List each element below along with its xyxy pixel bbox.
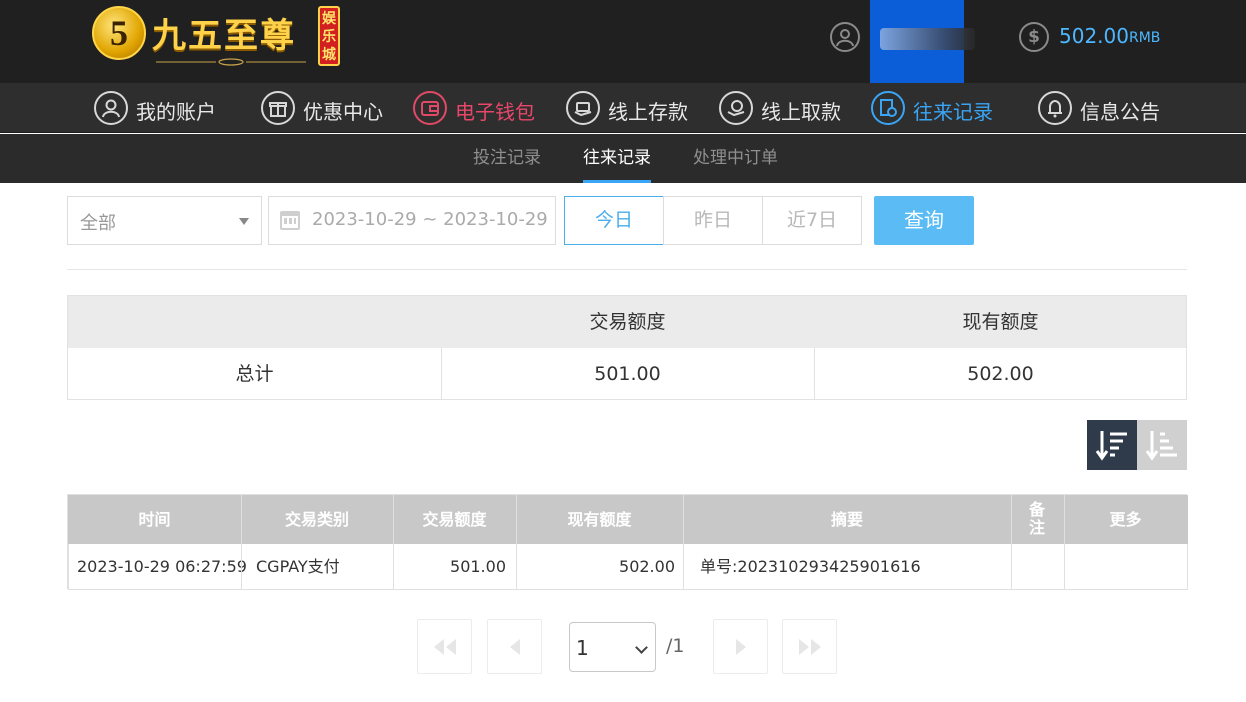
wallet-icon — [413, 91, 447, 125]
divider — [814, 348, 815, 400]
nav-label: 优惠中心 — [303, 100, 383, 124]
col-summary: 摘要 — [830, 510, 863, 529]
col-type: 交易类别 — [284, 510, 349, 529]
date-range-input[interactable]: 2023-10-29 ~ 2023-10-29 — [268, 196, 556, 245]
sub-nav: 投注记录 往来记录 处理中订单 — [0, 134, 1246, 183]
type-select[interactable]: 全部 — [67, 196, 262, 245]
tab-transaction-records[interactable]: 往来记录 — [583, 134, 651, 183]
nav-label: 我的账户 — [136, 100, 216, 124]
nav-label: 电子钱包 — [455, 100, 535, 124]
cell-type: CGPAY支付 — [256, 557, 340, 576]
col-time: 时间 — [138, 510, 171, 529]
summary-balance-value: 502.00 — [967, 363, 1034, 385]
calendar-icon — [280, 211, 300, 230]
divider — [441, 348, 442, 400]
sort-desc-button[interactable] — [1087, 420, 1137, 470]
tab-bet-records[interactable]: 投注记录 — [473, 134, 541, 183]
summary-header-transaction: 交易额度 — [589, 311, 666, 333]
double-chevron-right-icon — [799, 639, 821, 655]
page-select-value: 1 — [576, 636, 589, 660]
cell-more[interactable] — [1065, 544, 1188, 589]
bell-icon — [1038, 91, 1072, 125]
logo-ornament — [156, 58, 306, 66]
sort-asc-icon — [1145, 431, 1177, 461]
chevron-right-icon — [736, 639, 746, 655]
summary-total-label: 总计 — [235, 363, 274, 385]
redaction-blur — [880, 28, 975, 50]
cell-note — [1012, 544, 1065, 589]
prev-page-button[interactable] — [487, 619, 542, 674]
records-header: 时间 交易类别 交易额度 现有额度 摘要 备注 更多 — [68, 495, 1188, 544]
double-chevron-left-icon — [434, 639, 456, 655]
main-nav: 我的账户 优惠中心 电子钱包 线上存款 线上取款 往来记录 信息公告 — [0, 83, 1246, 133]
divider — [683, 495, 684, 590]
divider — [393, 495, 394, 590]
query-button[interactable]: 查询 — [874, 196, 974, 245]
deposit-icon — [566, 91, 600, 125]
records-icon — [871, 91, 905, 125]
cell-time: 2023-10-29 06:27:59 — [77, 557, 247, 576]
gift-icon — [261, 91, 295, 125]
col-note: 备注 — [1028, 500, 1045, 537]
logo-name: 九五至尊 — [152, 16, 296, 56]
divider — [516, 495, 517, 590]
next-page-button[interactable] — [713, 619, 768, 674]
col-balance: 现有额度 — [567, 510, 632, 529]
sort-desc-icon — [1095, 431, 1127, 461]
cell-summary: 单号:202310293425901616 — [700, 557, 921, 576]
dollar-coin-icon: $ — [1019, 22, 1049, 52]
divider — [241, 495, 242, 590]
yesterday-button[interactable]: 昨日 — [663, 196, 763, 245]
tab-pending-orders[interactable]: 处理中订单 — [693, 134, 778, 183]
balance-unit: RMB — [1129, 30, 1161, 46]
balance-amount: 502.00 — [1059, 24, 1129, 48]
date-range-value: 2023-10-29 ~ 2023-10-29 — [312, 209, 548, 230]
cell-amount: 501.00 — [450, 557, 506, 576]
last-7-days-button[interactable]: 近7日 — [762, 196, 862, 245]
logo-badge: 5 — [92, 6, 146, 60]
table-row: 2023-10-29 06:27:59 CGPAY支付 501.00 502.0… — [68, 544, 1188, 590]
first-page-button[interactable] — [417, 619, 472, 674]
summary-header-balance: 现有额度 — [962, 311, 1039, 333]
nav-label: 信息公告 — [1080, 100, 1160, 124]
nav-label: 往来记录 — [913, 100, 993, 124]
records-table: 时间 交易类别 交易额度 现有额度 摘要 备注 更多 2023-10-29 06… — [67, 494, 1188, 590]
divider — [67, 269, 1187, 270]
cell-balance: 502.00 — [619, 557, 675, 576]
nav-label: 线上取款 — [761, 100, 841, 124]
user-icon — [94, 91, 128, 125]
top-header: 5 九五至尊 娱乐城 hy $ 502.00 RMB — [0, 0, 1246, 83]
divider — [1064, 495, 1065, 590]
site-logo[interactable]: 5 九五至尊 娱乐城 — [90, 4, 342, 70]
summary-header: 交易额度 现有额度 — [68, 296, 1186, 348]
chevron-down-icon — [239, 218, 249, 225]
withdraw-icon — [719, 91, 753, 125]
divider — [1011, 495, 1012, 590]
chevron-left-icon — [510, 639, 520, 655]
summary-table: 交易额度 现有额度 总计 501.00 502.00 — [67, 295, 1187, 400]
user-icon — [830, 22, 860, 52]
col-amount: 交易额度 — [422, 510, 487, 529]
page-total: /1 — [666, 635, 685, 657]
summary-transaction-value: 501.00 — [594, 363, 661, 385]
col-more: 更多 — [1109, 510, 1142, 529]
summary-row: 总计 501.00 502.00 — [68, 348, 1186, 400]
page-select[interactable]: 1 — [569, 622, 656, 672]
logo-tag: 娱乐城 — [318, 6, 340, 66]
chevron-down-icon — [635, 641, 648, 654]
last-page-button[interactable] — [782, 619, 837, 674]
nav-label: 线上存款 — [608, 100, 688, 124]
type-select-value: 全部 — [80, 213, 116, 234]
sort-asc-button[interactable] — [1137, 420, 1187, 470]
today-button[interactable]: 今日 — [564, 196, 664, 245]
